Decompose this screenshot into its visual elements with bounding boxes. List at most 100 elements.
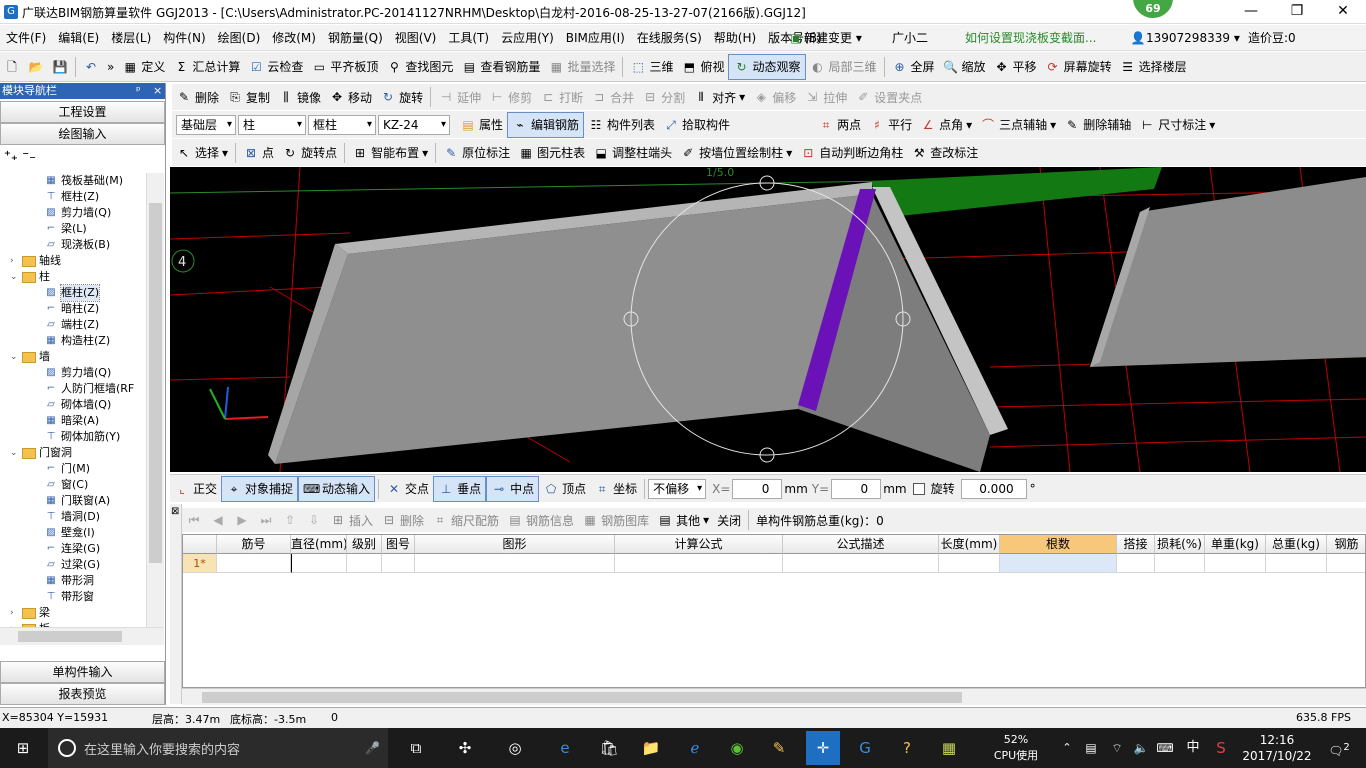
table-horizontal-scrollbar[interactable]	[182, 688, 1366, 705]
cell-formula[interactable]	[615, 554, 783, 573]
local-3d-button[interactable]: ◐ 局部三维	[806, 54, 881, 80]
summary-calc-button[interactable]: Σ 汇总计算	[169, 54, 244, 80]
tree-item[interactable]: ⊤ 墙洞(D)	[44, 509, 100, 525]
other-button[interactable]: ▤ 其他 ▾	[653, 507, 713, 533]
3d-viewport[interactable]: 4 1/5.0	[170, 167, 1366, 472]
trim-button[interactable]: ⊢ 修剪	[485, 84, 536, 110]
cell-diameter[interactable]	[291, 554, 347, 573]
view-3d-button[interactable]: ⬚ 三维	[626, 54, 677, 80]
find-element-button[interactable]: ⚲ 查找图元	[382, 54, 457, 80]
col-grade[interactable]: 级别	[347, 535, 382, 554]
close-panel-icon[interactable]: ×	[153, 83, 162, 99]
stretch-button[interactable]: ⇲ 拉伸	[800, 84, 851, 110]
report-preview-button[interactable]: 报表预览	[0, 683, 165, 705]
menu-view[interactable]: 视图(V)	[389, 25, 443, 51]
move-button[interactable]: ✥ 移动	[325, 84, 376, 110]
help-app-icon[interactable]: ?	[894, 736, 920, 760]
batch-select-button[interactable]: ▦ 批量选择	[544, 54, 619, 80]
tree-item[interactable]: ⊤ 砌体加筋(Y)	[44, 429, 121, 445]
sogou-ime-icon[interactable]: S	[1208, 736, 1234, 760]
cell-count[interactable]	[1000, 554, 1117, 573]
tree-folder[interactable]: ⌄ 墙	[10, 349, 50, 365]
collapse-chevron-icon[interactable]: ⌄	[10, 349, 19, 365]
insert-row-button[interactable]: ⊞ 插入	[326, 507, 377, 533]
menu-file[interactable]: 文件(F)	[0, 25, 52, 51]
point-angle-axis-button[interactable]: ∠ 点角 ▾	[916, 112, 976, 138]
copy-button[interactable]: ⎘ 复制	[223, 84, 274, 110]
col-total-weight[interactable]: 总重(kg)	[1266, 535, 1327, 554]
delete-button[interactable]: ✎ 删除	[172, 84, 223, 110]
close-table-button[interactable]: 关闭	[713, 507, 745, 533]
ortho-button[interactable]: ⌞ 正交	[170, 476, 221, 502]
cell-bar-no[interactable]	[217, 554, 291, 573]
expand-collapse-all[interactable]: ⁺₊ ⁻₋	[4, 149, 36, 164]
screen-rotate-button[interactable]: ⟳ 屏幕旋转	[1041, 54, 1116, 80]
rebar-info-button[interactable]: ▤ 钢筋信息	[503, 507, 578, 533]
align-button[interactable]: ⫴ 对齐 ▾	[689, 84, 749, 110]
tree-item[interactable]: ▨ 框柱(Z)	[44, 284, 101, 302]
file-explorer-icon[interactable]: 📁	[638, 736, 664, 760]
save-button[interactable]: 💾	[48, 54, 72, 80]
prev-row-button[interactable]: ◀	[206, 507, 230, 533]
action-center-icon[interactable]: 🗨2	[1326, 736, 1352, 760]
tree-item[interactable]: ⊤ 框柱(Z)	[44, 189, 99, 205]
intersection-snap-button[interactable]: ✕ 交点	[382, 476, 433, 502]
notification-badge[interactable]: 69	[1131, 0, 1175, 20]
col-formula[interactable]: 计算公式	[615, 535, 783, 554]
y-offset-input[interactable]: 0	[831, 478, 882, 499]
new-change-button[interactable]: ▣ 新建变更 ▾	[788, 25, 862, 51]
open-file-button[interactable]: 📂	[24, 54, 48, 80]
close-button[interactable]: ✕	[1320, 0, 1366, 24]
microphone-icon[interactable]: 🎤	[365, 741, 380, 755]
cell-lap[interactable]	[1117, 554, 1155, 573]
ime-indicator[interactable]: 中	[1180, 736, 1206, 760]
pin-icon[interactable]: ᵖ	[136, 83, 141, 99]
two-point-axis-button[interactable]: ⌗ 两点	[814, 112, 865, 138]
next-row-button[interactable]: ▶	[230, 507, 254, 533]
delete-axis-button[interactable]: ✎ 删除辅轴	[1060, 112, 1135, 138]
collapse-all-icon[interactable]: ⁻₋	[22, 149, 36, 164]
tree-item[interactable]: ▱ 端柱(Z)	[44, 317, 99, 333]
menu-floor[interactable]: 楼层(L)	[105, 25, 157, 51]
coordinate-snap-button[interactable]: ⌗ 坐标	[590, 476, 641, 502]
swirl-app-icon[interactable]: ◎	[502, 736, 528, 760]
tree-vertical-scrollbar[interactable]	[146, 173, 164, 627]
in-situ-annotation-button[interactable]: ✎ 原位标注	[439, 140, 514, 166]
pick-component-button[interactable]: ⤢ 拾取构件	[659, 112, 734, 138]
mirror-button[interactable]: ⫼ 镜像	[274, 84, 325, 110]
draw-by-wall-button[interactable]: ✐ 按墙位置绘制柱 ▾	[676, 140, 796, 166]
assistant-label[interactable]: 广小二	[892, 25, 928, 51]
cpu-meter[interactable]: 52% CPU使用	[990, 732, 1042, 764]
clock[interactable]: 12:16 2017/10/22	[1240, 732, 1314, 764]
close-panel-icon[interactable]: ⊠	[171, 506, 179, 517]
tree-item[interactable]: ▱ 过梁(G)	[44, 557, 100, 573]
drawing-input-button[interactable]: 绘图输入	[0, 123, 165, 145]
col-rebar[interactable]: 钢筋	[1327, 535, 1365, 554]
col-length[interactable]: 长度(mm)	[939, 535, 1000, 554]
tree-scroll-thumb[interactable]	[149, 203, 162, 563]
taskbar-search-box[interactable]: 在这里输入你要搜索的内容 🎤	[48, 728, 388, 768]
menu-component[interactable]: 构件(N)	[157, 25, 211, 51]
perpendicular-snap-button[interactable]: ⊥ 垂点	[433, 475, 487, 502]
calc-app-icon[interactable]: ▦	[936, 736, 962, 760]
col-figure-no[interactable]: 图号	[382, 535, 415, 554]
break-button[interactable]: ⊏ 打断	[536, 84, 587, 110]
move-up-button[interactable]: ⇧	[278, 507, 302, 533]
cell-total-weight[interactable]	[1266, 554, 1327, 573]
rotate-button[interactable]: ↻ 旋转	[376, 84, 427, 110]
type-select[interactable]: 框柱	[308, 114, 376, 135]
dimension-button[interactable]: ⊢ 尺寸标注 ▾	[1135, 112, 1219, 138]
minimize-button[interactable]: —	[1228, 0, 1274, 24]
cell-figure-no[interactable]	[382, 554, 415, 573]
project-settings-button[interactable]: 工程设置	[0, 101, 165, 123]
task-view-icon[interactable]: ⧉	[403, 736, 429, 760]
auto-corner-column-button[interactable]: ⊡ 自动判断边角柱	[796, 140, 907, 166]
edit-rebar-button[interactable]: ⌁ 编辑钢筋	[507, 111, 585, 138]
tree-folder[interactable]: › 轴线	[10, 253, 61, 269]
tree-item[interactable]: ⌐ 连梁(G)	[44, 541, 100, 557]
col-diameter[interactable]: 直径(mm)	[291, 535, 347, 554]
expand-chevron-icon[interactable]: ›	[10, 253, 19, 269]
maximize-button[interactable]: ❐	[1274, 0, 1320, 24]
last-row-button[interactable]: ⏭	[254, 507, 278, 533]
tree-hscroll-thumb[interactable]	[18, 631, 122, 642]
